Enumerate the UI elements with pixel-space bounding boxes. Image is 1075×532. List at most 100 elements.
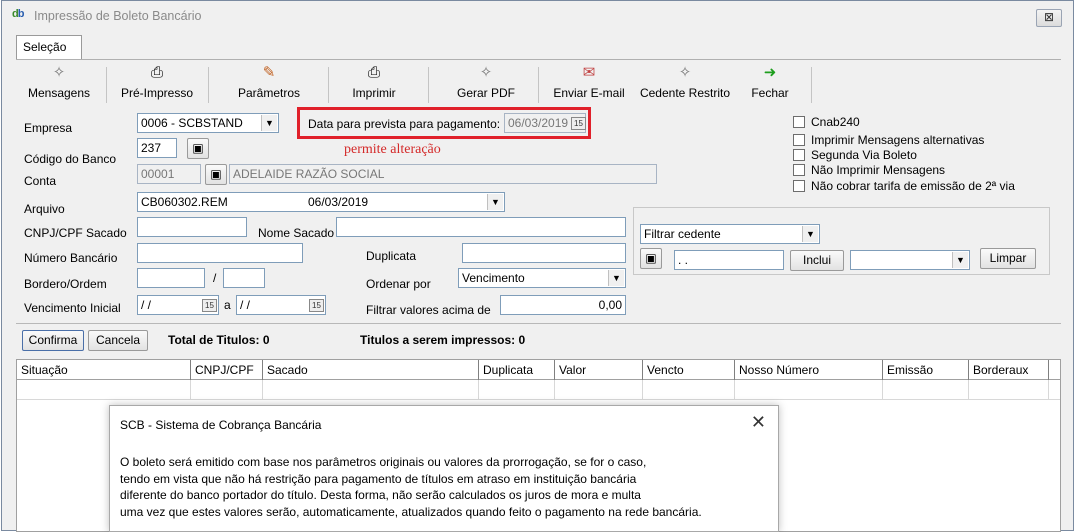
- checkbox-box[interactable]: [793, 180, 805, 192]
- limpar-button[interactable]: Limpar: [980, 248, 1036, 269]
- codigo-banco-value: 237: [141, 141, 162, 155]
- empresa-select[interactable]: 0006 - SCBSTAND ▼: [137, 113, 279, 133]
- parametros-button[interactable]: ✎ Parâmetros: [226, 63, 312, 105]
- table-row[interactable]: [17, 380, 1060, 400]
- cedente-combo[interactable]: ▼: [850, 250, 970, 270]
- filtrar-valor-value: 0,00: [598, 298, 622, 312]
- arquivo-label: Arquivo: [24, 202, 65, 216]
- fechar-button[interactable]: ➜ Fechar: [740, 63, 800, 105]
- checkbox-box[interactable]: [793, 149, 805, 161]
- dialog-line: uma vez que estes valores serão, automat…: [120, 504, 702, 519]
- dialog-line: diferente do banco portador do título. D…: [120, 488, 641, 502]
- imprimir-label: Imprimir: [352, 86, 396, 100]
- cedente-code-field[interactable]: . .: [674, 250, 784, 270]
- checkbox-cnab240[interactable]: Cnab240: [793, 115, 860, 129]
- imprimir-button[interactable]: ⎙ Imprimir: [336, 63, 412, 105]
- calendar-icon[interactable]: 15: [202, 299, 217, 312]
- bordero-label: Bordero/Ordem: [24, 277, 107, 291]
- vencimento-label: Vencimento Inicial: [24, 301, 121, 315]
- chevron-down-icon[interactable]: ▼: [487, 194, 503, 210]
- search-banco-button[interactable]: ▣: [187, 138, 209, 159]
- grid-cell: [263, 380, 479, 400]
- arquivo-date: 06/03/2019: [308, 195, 369, 209]
- checkbox-nao-imprimir[interactable]: Não Imprimir Mensagens: [793, 163, 945, 177]
- confirma-button[interactable]: Confirma: [22, 330, 84, 351]
- toolbar-separator: [208, 67, 209, 103]
- checkbox-nao-cobrar-tarifa[interactable]: Não cobrar tarifa de emissão de 2ª via: [793, 179, 1015, 193]
- envelope-icon: ✧: [678, 64, 692, 81]
- chevron-down-icon[interactable]: ▼: [608, 270, 624, 286]
- filtrar-cedente-select[interactable]: Filtrar cedente ▼: [640, 224, 820, 244]
- search-cedente-button[interactable]: ▣: [640, 248, 662, 269]
- column-header-borderaux[interactable]: Borderaux: [969, 360, 1049, 380]
- column-header-valor[interactable]: Valor: [555, 360, 643, 380]
- inclui-button[interactable]: Inclui: [790, 250, 844, 271]
- fechar-label: Fechar: [751, 86, 789, 100]
- empresa-label: Empresa: [24, 121, 73, 135]
- chevron-down-icon[interactable]: ▼: [802, 226, 818, 242]
- filtrar-valor-field[interactable]: 0,00: [500, 295, 626, 315]
- action-bar: Confirma Cancela Total de Titulos: 0 Tit…: [16, 323, 1061, 355]
- gerar-pdf-label: Gerar PDF: [456, 86, 515, 100]
- grid-cell: [735, 380, 883, 400]
- checkbox-box[interactable]: [793, 164, 805, 176]
- pre-impresso-button[interactable]: ⎙ Pré-Impresso: [114, 63, 200, 105]
- search-conta-button[interactable]: ▣: [205, 164, 227, 185]
- conta-nome-field: ADELAIDE RAZÃO SOCIAL: [229, 164, 657, 184]
- filtrar-label: Filtrar valores acima de: [366, 303, 491, 317]
- column-header-nosso-numero[interactable]: Nosso Número: [735, 360, 883, 380]
- dialog-close-button[interactable]: ✕: [751, 412, 766, 433]
- column-header-situacao[interactable]: Situação: [17, 360, 191, 380]
- printer-icon: ⎙: [367, 64, 380, 81]
- nome-sacado-field[interactable]: [336, 217, 626, 237]
- column-header-emissao[interactable]: Emissão: [883, 360, 969, 380]
- window-close-button[interactable]: ⊠: [1036, 9, 1062, 27]
- checkbox-label: Cnab240: [811, 115, 860, 129]
- numero-bancario-field[interactable]: [137, 243, 303, 263]
- codigo-banco-field[interactable]: 237: [137, 138, 177, 158]
- checkbox-mensagens-alternativas[interactable]: Imprimir Mensagens alternativas: [793, 133, 984, 147]
- search-icon: ▣: [192, 141, 204, 155]
- mensagens-button[interactable]: ✧ Mensagens: [20, 63, 98, 105]
- selection-form: Empresa 0006 - SCBSTAND ▼ Data para prev…: [16, 107, 1061, 321]
- calendar-icon[interactable]: 15: [309, 299, 324, 312]
- checkbox-label: Não cobrar tarifa de emissão de 2ª via: [811, 179, 1015, 193]
- column-header-vencto[interactable]: Vencto: [643, 360, 735, 380]
- dialog-line: O boleto será emitido com base nos parâm…: [120, 455, 647, 469]
- cancela-button[interactable]: Cancela: [88, 330, 148, 351]
- column-header-sacado[interactable]: Sacado: [263, 360, 479, 380]
- checkbox-box[interactable]: [793, 116, 805, 128]
- message-dialog: SCB - Sistema de Cobrança Bancária ✕ O b…: [109, 405, 779, 532]
- ordenar-value: Vencimento: [462, 271, 525, 285]
- checkbox-label: Imprimir Mensagens alternativas: [811, 133, 985, 147]
- checkbox-segunda-via[interactable]: Segunda Via Boleto: [793, 148, 917, 162]
- enviar-email-button[interactable]: ✉ Enviar E-mail: [546, 63, 632, 105]
- conta-label: Conta: [24, 174, 57, 188]
- conta-field[interactable]: 00001: [137, 164, 201, 184]
- tab-selecao[interactable]: Seleção: [16, 35, 82, 59]
- ordenar-select[interactable]: Vencimento ▼: [458, 268, 626, 288]
- bordero-field[interactable]: [137, 268, 205, 288]
- search-icon: ▣: [210, 167, 222, 181]
- chevron-down-icon[interactable]: ▼: [261, 115, 277, 131]
- cedente-restrito-button[interactable]: ✧ Cedente Restrito: [636, 63, 734, 105]
- gerar-pdf-button[interactable]: ✧ Gerar PDF: [446, 63, 526, 105]
- conta-value: 00001: [141, 167, 175, 181]
- duplicata-field[interactable]: [462, 243, 626, 263]
- column-header-duplicata[interactable]: Duplicata: [479, 360, 555, 380]
- cnpj-field[interactable]: [137, 217, 247, 237]
- arquivo-select[interactable]: CB060302.REM 06/03/2019 ▼: [137, 192, 505, 212]
- printer-icon: ⎙: [150, 64, 163, 81]
- parametros-label: Parâmetros: [237, 86, 301, 100]
- mensagens-label: Mensagens: [27, 86, 91, 100]
- chevron-down-icon[interactable]: ▼: [952, 252, 968, 268]
- vencimento-from-value: / /: [141, 298, 152, 312]
- ordem-field[interactable]: [223, 268, 265, 288]
- envelope-icon: ✧: [479, 64, 493, 81]
- main-window: db Impressão de Boleto Bancário ⊠ Seleçã…: [1, 0, 1074, 532]
- filtrar-cedente-value: Filtrar cedente: [644, 227, 721, 241]
- calendar-icon[interactable]: 15: [571, 117, 586, 130]
- checkbox-box[interactable]: [793, 134, 805, 146]
- annotation-note: permite alteração: [344, 142, 441, 157]
- column-header-cnpj[interactable]: CNPJ/CPF: [191, 360, 263, 380]
